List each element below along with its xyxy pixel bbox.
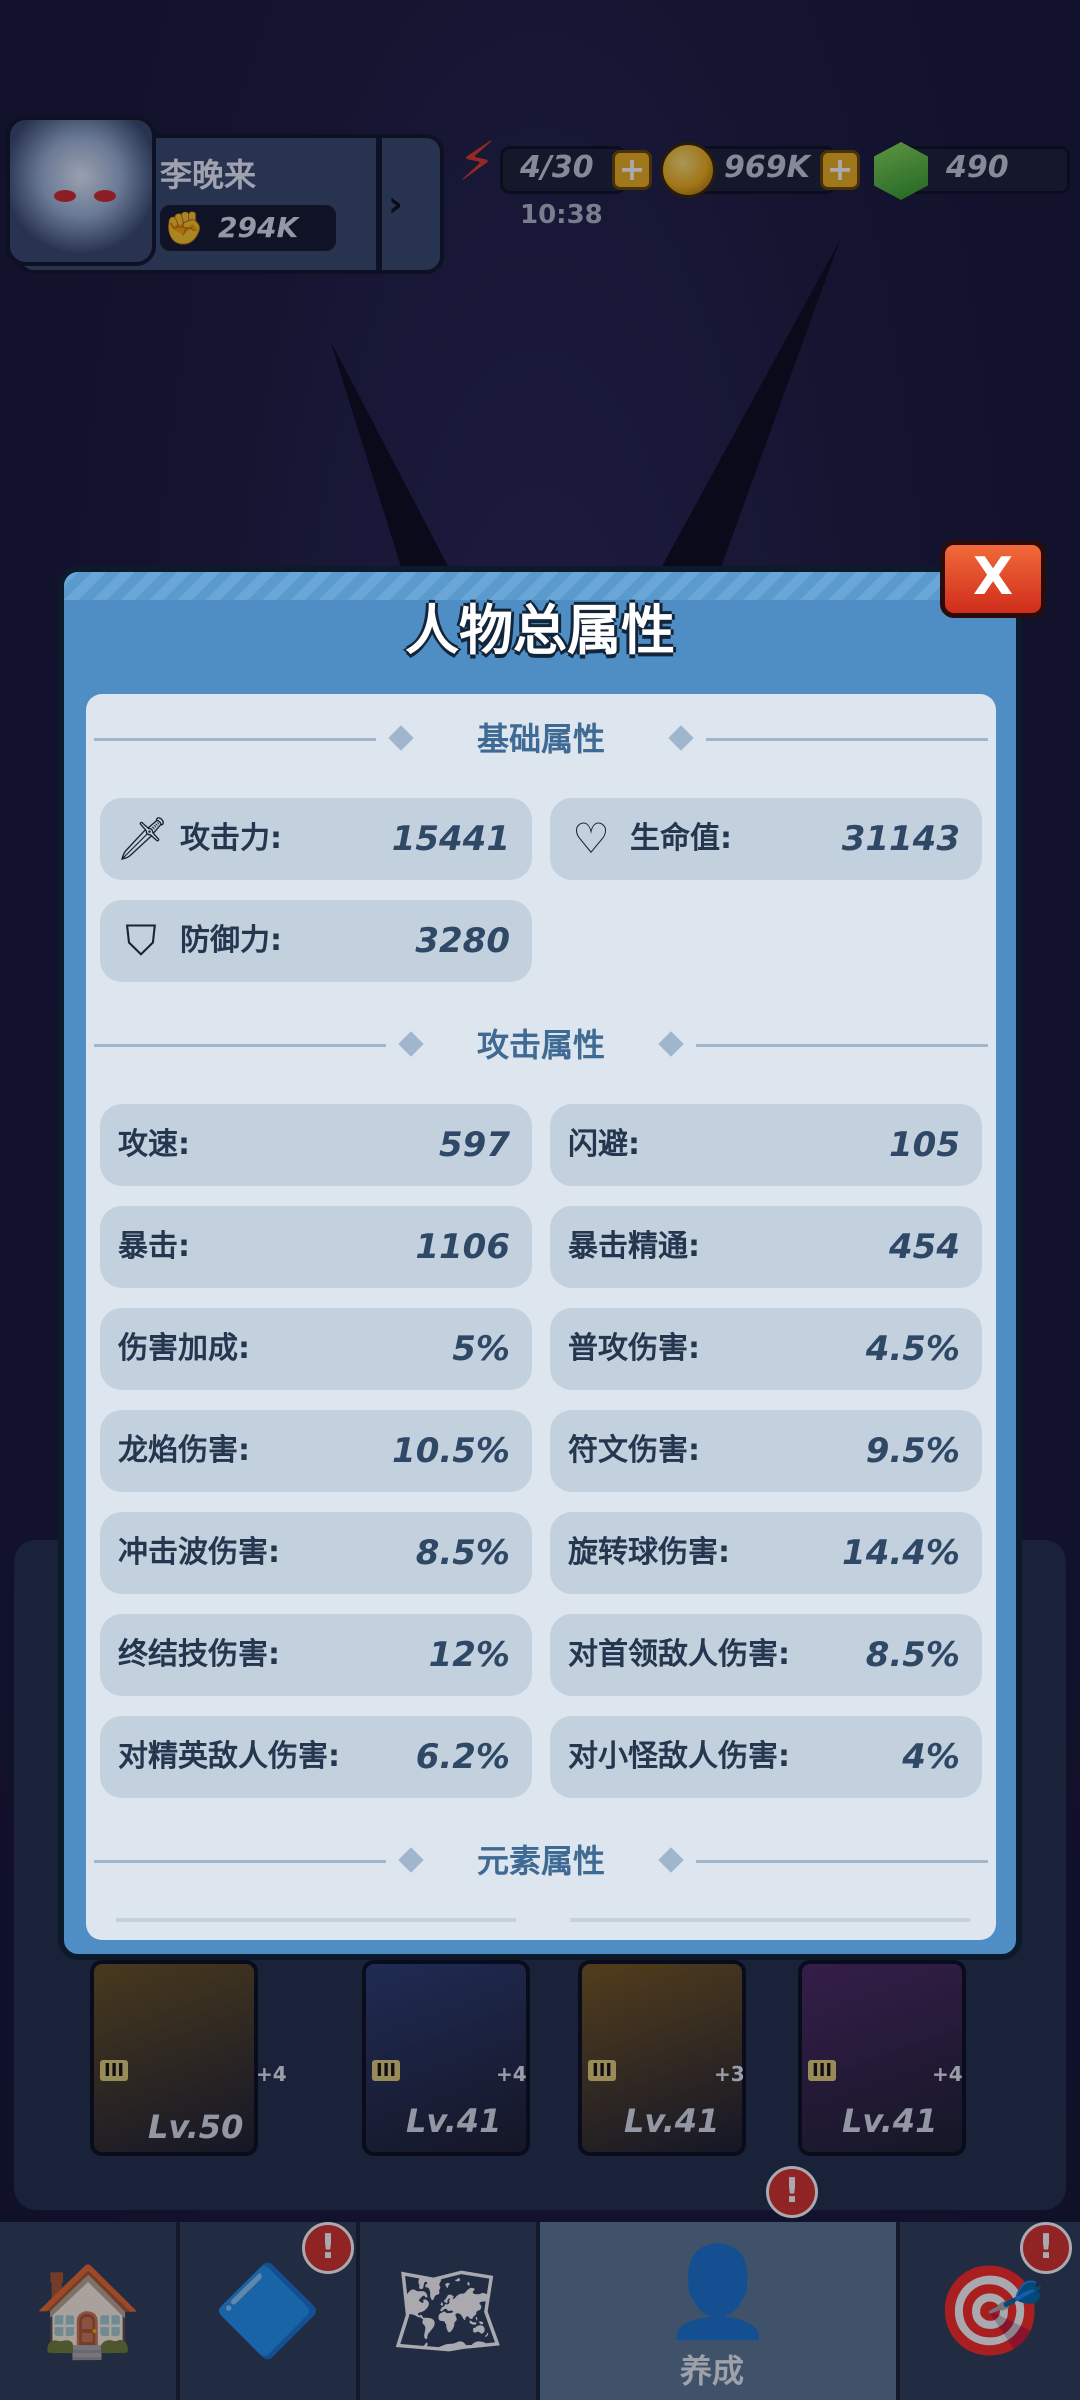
attack-stat: 对小怪敌人伤害: 4% xyxy=(550,1716,982,1798)
modal-title: 人物总属性 xyxy=(405,599,675,662)
stat-value: 4.5% xyxy=(865,1329,960,1369)
stat-value: 105 xyxy=(889,1125,960,1165)
attributes-panel: 基础属性 🗡 攻击力: 15441 ♡ 生命值: 31143 ⛉ 防御力: 32… xyxy=(86,694,996,1940)
stat-value: 454 xyxy=(889,1227,960,1267)
section-title: 基础属性 xyxy=(476,720,605,758)
stat-label: 攻击力: xyxy=(180,821,282,856)
stat-value: 597 xyxy=(439,1125,510,1165)
attack-stat: 暴击精通: 454 xyxy=(550,1206,982,1288)
element-row-peek xyxy=(116,1918,516,1922)
stat-label: 旋转球伤害: xyxy=(568,1535,730,1570)
attack-stat: 冲击波伤害: 8.5% xyxy=(100,1512,532,1594)
stat-defense: ⛉ 防御力: 3280 xyxy=(100,900,532,982)
stat-value: 14.4% xyxy=(842,1533,960,1573)
stat-label: 伤害加成: xyxy=(118,1331,250,1366)
attack-stat: 对首领敌人伤害: 8.5% xyxy=(550,1614,982,1696)
attack-stat: 攻速: 597 xyxy=(100,1104,532,1186)
stat-value: 5% xyxy=(452,1329,510,1369)
stat-label: 普攻伤害: xyxy=(568,1331,700,1366)
attack-stat: 旋转球伤害: 14.4% xyxy=(550,1512,982,1594)
heart-icon: ♡ xyxy=(572,814,610,863)
attack-stat: 终结技伤害: 12% xyxy=(100,1614,532,1696)
stat-value: 4% xyxy=(902,1737,960,1777)
section-title: 元素属性 xyxy=(476,1842,605,1880)
attack-stat: 龙焰伤害: 10.5% xyxy=(100,1410,532,1492)
stat-label: 对精英敌人伤害: xyxy=(118,1739,340,1774)
stat-label: 符文伤害: xyxy=(568,1433,700,1468)
attack-stat: 普攻伤害: 4.5% xyxy=(550,1308,982,1390)
stat-value: 1106 xyxy=(415,1227,510,1267)
stat-value: 31143 xyxy=(841,819,960,859)
section-title: 攻击属性 xyxy=(476,1026,605,1064)
stat-hp: ♡ 生命值: 31143 xyxy=(550,798,982,880)
stat-value: 9.5% xyxy=(865,1431,960,1471)
stat-label: 龙焰伤害: xyxy=(118,1433,250,1468)
attack-stat: 伤害加成: 5% xyxy=(100,1308,532,1390)
attack-stat: 对精英敌人伤害: 6.2% xyxy=(100,1716,532,1798)
stat-label: 暴击精通: xyxy=(568,1229,700,1264)
stat-value: 8.5% xyxy=(415,1533,510,1573)
stat-value: 15441 xyxy=(391,819,510,859)
stat-label: 闪避: xyxy=(568,1127,640,1162)
stat-label: 生命值: xyxy=(630,821,732,856)
attack-stat: 暴击: 1106 xyxy=(100,1206,532,1288)
stat-label: 对小怪敌人伤害: xyxy=(568,1739,790,1774)
close-button[interactable]: X xyxy=(940,540,1046,618)
shield-icon: ⛉ xyxy=(125,916,157,965)
stat-value: 8.5% xyxy=(865,1635,960,1675)
stat-value: 6.2% xyxy=(415,1737,510,1777)
stat-value: 12% xyxy=(428,1635,510,1675)
section-header-element: 元素属性 xyxy=(86,1836,996,1886)
stat-attack: 🗡 攻击力: 15441 xyxy=(100,798,532,880)
section-header-base: 基础属性 xyxy=(86,714,996,764)
stat-label: 冲击波伤害: xyxy=(118,1535,280,1570)
section-header-attack: 攻击属性 xyxy=(86,1020,996,1070)
attack-stat: 闪避: 105 xyxy=(550,1104,982,1186)
stat-value: 10.5% xyxy=(392,1431,510,1471)
element-row-peek xyxy=(570,1918,970,1922)
stat-label: 终结技伤害: xyxy=(118,1637,280,1672)
stat-label: 防御力: xyxy=(180,923,282,958)
sword-icon: 🗡 xyxy=(116,814,170,863)
stat-value: 3280 xyxy=(415,921,510,961)
stat-label: 暴击: xyxy=(118,1229,190,1264)
stat-label: 对首领敌人伤害: xyxy=(568,1637,790,1672)
attack-stat: 符文伤害: 9.5% xyxy=(550,1410,982,1492)
stat-label: 攻速: xyxy=(118,1127,190,1162)
